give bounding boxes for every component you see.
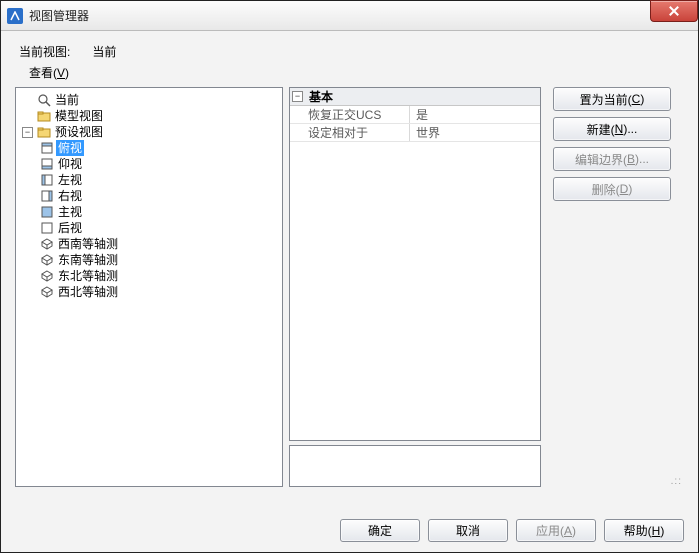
property-row[interactable]: 设定相对于 世界 [290, 124, 540, 142]
tree-node-front-view[interactable]: 主视 [40, 204, 280, 220]
side-button-pane: 置为当前(C) 新建(N)... 编辑边界(B)... 删除(D) .:: [547, 87, 684, 487]
view-menu[interactable]: 查看(V) [15, 64, 684, 81]
ortho-view-icon [40, 221, 54, 235]
tree-node-nw-iso[interactable]: 西北等轴测 [40, 284, 280, 300]
tree-node-top-view[interactable]: 俯视 [40, 140, 280, 156]
tree-node-current[interactable]: 当前 [22, 92, 280, 108]
cancel-button[interactable]: 取消 [428, 519, 508, 542]
close-icon [669, 6, 679, 16]
tree-node-ne-iso[interactable]: 东北等轴测 [40, 268, 280, 284]
apply-button: 应用(A) [516, 519, 596, 542]
ortho-view-icon [40, 173, 54, 187]
selected-view-label: 俯视 [56, 140, 84, 156]
view-tree[interactable]: 当前 模型视图 − [15, 87, 283, 487]
tree-node-back-view[interactable]: 后视 [40, 220, 280, 236]
folder-icon [37, 125, 51, 139]
ortho-view-icon [40, 189, 54, 203]
magnifier-icon [37, 93, 51, 107]
ok-button[interactable]: 确定 [340, 519, 420, 542]
resize-grip-icon: .:: [553, 476, 684, 487]
iso-view-icon [40, 269, 54, 283]
property-key: 设定相对于 [290, 124, 410, 141]
ortho-view-icon [40, 157, 54, 171]
current-view-label: 当前视图: [19, 43, 70, 60]
main-columns: 当前 模型视图 − [15, 87, 684, 487]
titlebar: 视图管理器 [1, 1, 698, 31]
iso-view-icon [40, 237, 54, 251]
dialog-body: 当前视图: 当前 查看(V) 当前 [1, 31, 698, 552]
dialog-window: 视图管理器 当前视图: 当前 查看(V) [0, 0, 699, 553]
edit-bounds-button: 编辑边界(B)... [553, 147, 671, 171]
current-view-row: 当前视图: 当前 [15, 43, 684, 60]
properties-grid[interactable]: − 基本 恢复正交UCS 是 设定相对于 世界 [289, 87, 541, 441]
tree-node-se-iso[interactable]: 东南等轴测 [40, 252, 280, 268]
current-view-value: 当前 [92, 43, 116, 60]
new-button[interactable]: 新建(N)... [553, 117, 671, 141]
property-key: 恢复正交UCS [290, 106, 410, 123]
tree-node-right-view[interactable]: 右视 [40, 188, 280, 204]
ortho-view-icon [40, 141, 54, 155]
tree-node-left-view[interactable]: 左视 [40, 172, 280, 188]
delete-button: 删除(D) [553, 177, 671, 201]
help-button[interactable]: 帮助(H) [604, 519, 684, 542]
property-value[interactable]: 世界 [410, 124, 540, 141]
ortho-view-icon [40, 205, 54, 219]
property-category-row[interactable]: − 基本 [290, 88, 540, 106]
property-description-box [289, 445, 541, 487]
collapse-icon[interactable]: − [22, 127, 33, 138]
property-category-label: 基本 [309, 88, 333, 105]
iso-view-icon [40, 285, 54, 299]
tree-node-preset-views[interactable]: − 预设视图 [22, 124, 280, 140]
collapse-icon[interactable]: − [292, 91, 303, 102]
app-icon [7, 8, 23, 24]
folder-icon [37, 109, 51, 123]
property-value[interactable]: 是 [410, 106, 540, 123]
tree-node-model-views[interactable]: 模型视图 [22, 108, 280, 124]
dialog-button-row: 确定 取消 应用(A) 帮助(H) [340, 519, 684, 542]
properties-pane: − 基本 恢复正交UCS 是 设定相对于 世界 [289, 87, 541, 487]
iso-view-icon [40, 253, 54, 267]
tree-node-sw-iso[interactable]: 西南等轴测 [40, 236, 280, 252]
tree-node-bottom-view[interactable]: 仰视 [40, 156, 280, 172]
set-current-button[interactable]: 置为当前(C) [553, 87, 671, 111]
close-button[interactable] [650, 0, 698, 22]
window-title: 视图管理器 [29, 7, 89, 24]
property-row[interactable]: 恢复正交UCS 是 [290, 106, 540, 124]
